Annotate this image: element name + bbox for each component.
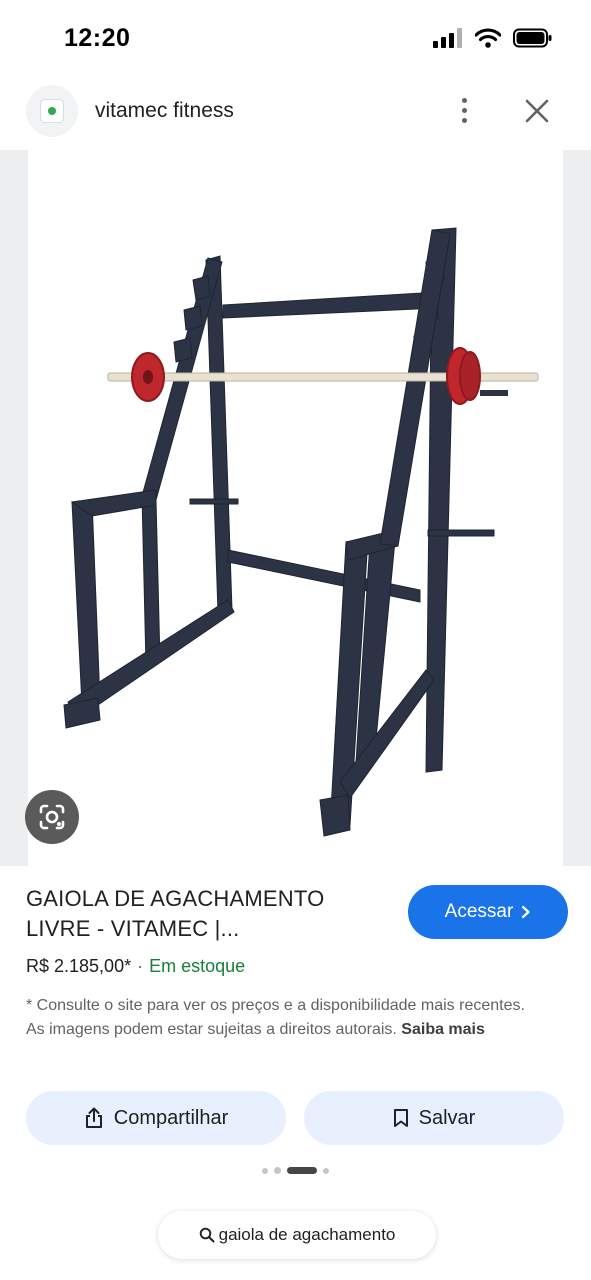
save-label: Salvar: [418, 1106, 476, 1129]
search-query-chip[interactable]: gaiola de agachamento: [158, 1211, 436, 1259]
save-button[interactable]: Salvar: [304, 1091, 564, 1145]
visit-button-label: Acessar: [444, 901, 514, 922]
wifi-icon: [475, 28, 501, 48]
image-viewer: [0, 150, 591, 866]
disclaimer: * Consulte o site para ver os preços e a…: [26, 994, 546, 1042]
product-image-card[interactable]: [28, 150, 563, 866]
status-time: 12:20: [64, 24, 131, 52]
pager-dot[interactable]: [274, 1167, 281, 1174]
signal-icon: [433, 28, 462, 48]
site-favicon-icon[interactable]: [26, 85, 78, 137]
search-icon: [199, 1227, 215, 1243]
learn-more-link[interactable]: Saiba mais: [401, 1021, 485, 1038]
more-dot: [461, 117, 467, 123]
battery-icon: [513, 28, 552, 48]
more-vert-icon[interactable]: [446, 92, 482, 128]
google-lens-button[interactable]: [25, 790, 79, 844]
stock-status: Em estoque: [149, 956, 246, 976]
share-button[interactable]: Compartilhar: [26, 1091, 286, 1145]
pager-dot[interactable]: [262, 1167, 268, 1174]
favicon-frame: [40, 99, 64, 123]
status-bar: 12:20: [0, 0, 591, 78]
price-separator: ·: [137, 956, 144, 976]
lens-icon: [39, 804, 65, 830]
share-icon: [85, 1107, 102, 1128]
bookmark-icon: [393, 1109, 408, 1127]
close-icon[interactable]: [518, 92, 556, 130]
more-dot: [461, 107, 467, 113]
price-row: R$ 2.185,00* · Em estoque: [26, 956, 245, 977]
image-pager[interactable]: [0, 1167, 591, 1174]
site-header: vitamec fitness: [0, 80, 591, 144]
favicon-dot: [48, 107, 56, 115]
site-name[interactable]: vitamec fitness: [95, 99, 234, 123]
share-label: Compartilhar: [113, 1106, 229, 1129]
visit-button[interactable]: Acessar: [408, 885, 568, 939]
pager-dot-active[interactable]: [287, 1167, 317, 1174]
pager-dot[interactable]: [323, 1167, 329, 1174]
search-query: gaiola de agachamento: [218, 1225, 396, 1244]
product-image: [63, 227, 539, 837]
product-title[interactable]: GAIOLA DE AGACHAMENTO LIVRE - VITAMEC |.…: [26, 884, 386, 944]
status-icons: [433, 28, 553, 48]
product-price: R$ 2.185,00*: [26, 956, 132, 976]
more-dot: [461, 97, 467, 103]
chevron-right-icon: [522, 905, 530, 919]
